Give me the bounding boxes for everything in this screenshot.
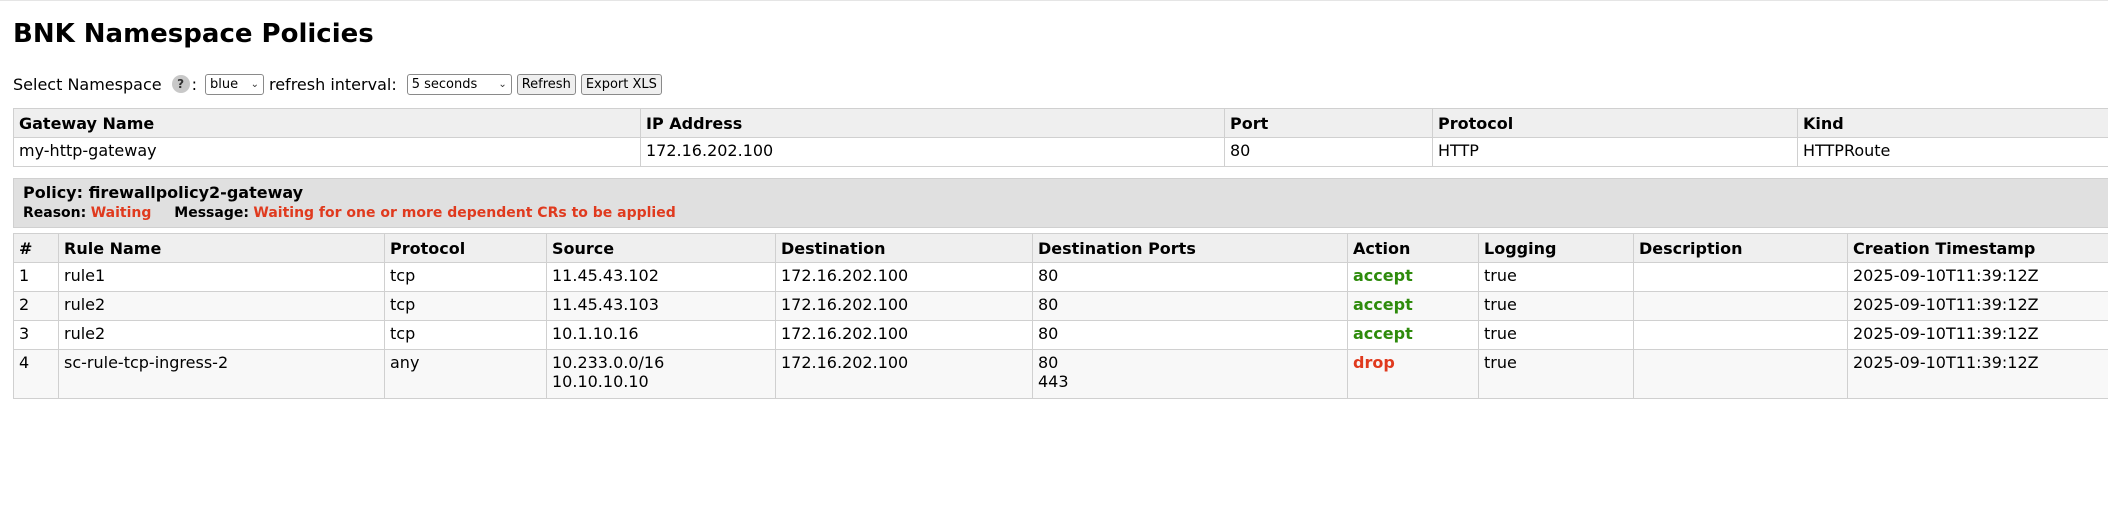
namespace-select-value: blue	[209, 76, 239, 92]
rule-ports-cell: 80	[1032, 320, 1348, 350]
column-header: Kind	[1797, 108, 2108, 138]
rule-timestamp-cell: 2025-09-10T11:39:12Z	[1847, 320, 2108, 350]
table-row: 4 sc-rule-tcp-ingress-2 any 10.233.0.0/1…	[13, 349, 2108, 399]
policy-header: Policy: firewallpolicy2-gateway Reason: …	[13, 178, 2108, 228]
rule-name-cell: rule2	[58, 320, 385, 350]
rule-timestamp-cell: 2025-09-10T11:39:12Z	[1847, 262, 2108, 292]
chevron-down-icon: ⌄	[498, 78, 507, 90]
help-icon[interactable]: ?	[171, 75, 190, 93]
rule-action-cell: accept	[1347, 291, 1479, 321]
rule-protocol-cell: tcp	[384, 320, 547, 350]
kind-cell: HTTPRoute	[1797, 137, 2108, 167]
rule-ports-cell: 80	[1032, 262, 1348, 292]
column-header: Logging	[1478, 233, 1634, 263]
rule-source-cell: 10.233.0.0/16 10.10.10.10	[546, 349, 776, 399]
rule-protocol-cell: any	[384, 349, 547, 399]
rules-table: # Rule Name Protocol Source Destination …	[13, 233, 2108, 399]
policy-status: Reason: Waiting Message: Waiting for one…	[23, 204, 2108, 222]
refresh-interval-select[interactable]: 5 seconds ⌄	[406, 73, 512, 95]
source-line: 10.10.10.10	[552, 372, 649, 391]
page: BNK Namespace Policies Select Namespace …	[0, 1, 2108, 399]
rule-ports-cell: 80 443	[1032, 349, 1348, 399]
table-row: my-http-gateway 172.16.202.100 80 HTTP H…	[13, 137, 2108, 167]
namespace-label: Select Namespace	[13, 74, 162, 94]
rule-description-cell	[1633, 349, 1848, 399]
rule-logging-cell: true	[1478, 349, 1634, 399]
column-header: Description	[1633, 233, 1848, 263]
message-label: Message:	[174, 205, 249, 221]
rule-description-cell	[1633, 262, 1848, 292]
column-header: Action	[1347, 233, 1479, 263]
rule-number-cell: 3	[13, 320, 59, 350]
rule-timestamp-cell: 2025-09-10T11:39:12Z	[1847, 349, 2108, 399]
controls-bar: Select Namespace ? : blue ⌄ refresh inte…	[13, 71, 2108, 97]
table-row: 1 rule1 tcp 11.45.43.102 172.16.202.100 …	[13, 262, 2108, 292]
rule-name-cell: rule1	[58, 262, 385, 292]
column-header: Protocol	[1432, 108, 1798, 138]
policy-title: Policy: firewallpolicy2-gateway	[23, 183, 304, 202]
chevron-down-icon: ⌄	[250, 78, 259, 90]
column-header: Destination	[775, 233, 1033, 263]
rule-destination-cell: 172.16.202.100	[775, 262, 1033, 292]
page-title: BNK Namespace Policies	[13, 19, 374, 49]
ip-address-cell: 172.16.202.100	[640, 137, 1225, 167]
column-header: Creation Timestamp	[1847, 233, 2108, 263]
refresh-button[interactable]: Refresh	[516, 73, 576, 95]
rule-logging-cell: true	[1478, 320, 1634, 350]
rule-name-cell: rule2	[58, 291, 385, 321]
reason-label: Reason:	[23, 205, 87, 221]
port-line: 80	[1038, 353, 1059, 372]
port-cell: 80	[1224, 137, 1433, 167]
rule-description-cell	[1633, 320, 1848, 350]
rule-source-cell: 10.1.10.16	[546, 320, 776, 350]
rule-source-cell: 11.45.43.103	[546, 291, 776, 321]
namespace-colon: :	[191, 74, 197, 94]
rule-action-cell: accept	[1347, 320, 1479, 350]
column-header: Source	[546, 233, 776, 263]
rule-destination-cell: 172.16.202.100	[775, 349, 1033, 399]
rule-action-cell: accept	[1347, 262, 1479, 292]
rule-timestamp-cell: 2025-09-10T11:39:12Z	[1847, 291, 2108, 321]
rule-action-cell: drop	[1347, 349, 1479, 399]
column-header: Destination Ports	[1032, 233, 1348, 263]
message-value: Waiting for one or more dependent CRs to…	[253, 205, 676, 221]
column-header: Gateway Name	[13, 108, 641, 138]
refresh-interval-label: refresh interval:	[268, 74, 397, 94]
gateway-header-row: Gateway Name IP Address Port Protocol Ki…	[13, 108, 2108, 138]
column-header: Port	[1224, 108, 1433, 138]
column-header: Rule Name	[58, 233, 385, 263]
table-row: 3 rule2 tcp 10.1.10.16 172.16.202.100 80…	[13, 320, 2108, 350]
column-header: IP Address	[640, 108, 1225, 138]
column-header: Protocol	[384, 233, 547, 263]
rule-logging-cell: true	[1478, 291, 1634, 321]
rule-destination-cell: 172.16.202.100	[775, 291, 1033, 321]
refresh-interval-value: 5 seconds	[411, 76, 478, 92]
rule-protocol-cell: tcp	[384, 291, 547, 321]
rules-header-row: # Rule Name Protocol Source Destination …	[13, 233, 2108, 263]
rule-ports-cell: 80	[1032, 291, 1348, 321]
reason-value: Waiting	[90, 205, 152, 221]
port-line: 443	[1038, 372, 1069, 391]
gateway-name-cell: my-http-gateway	[13, 137, 641, 167]
rule-number-cell: 4	[13, 349, 59, 399]
rule-protocol-cell: tcp	[384, 262, 547, 292]
rule-number-cell: 2	[13, 291, 59, 321]
gateway-table: Gateway Name IP Address Port Protocol Ki…	[13, 108, 2108, 167]
export-xls-button[interactable]: Export XLS	[580, 73, 662, 95]
namespace-select[interactable]: blue ⌄	[204, 73, 264, 95]
source-line: 10.233.0.0/16	[552, 353, 665, 372]
rule-number-cell: 1	[13, 262, 59, 292]
rule-logging-cell: true	[1478, 262, 1634, 292]
column-header: #	[13, 233, 59, 263]
table-row: 2 rule2 tcp 11.45.43.103 172.16.202.100 …	[13, 291, 2108, 321]
rule-source-cell: 11.45.43.102	[546, 262, 776, 292]
rule-destination-cell: 172.16.202.100	[775, 320, 1033, 350]
rule-description-cell	[1633, 291, 1848, 321]
protocol-cell: HTTP	[1432, 137, 1798, 167]
rule-name-cell: sc-rule-tcp-ingress-2	[58, 349, 385, 399]
